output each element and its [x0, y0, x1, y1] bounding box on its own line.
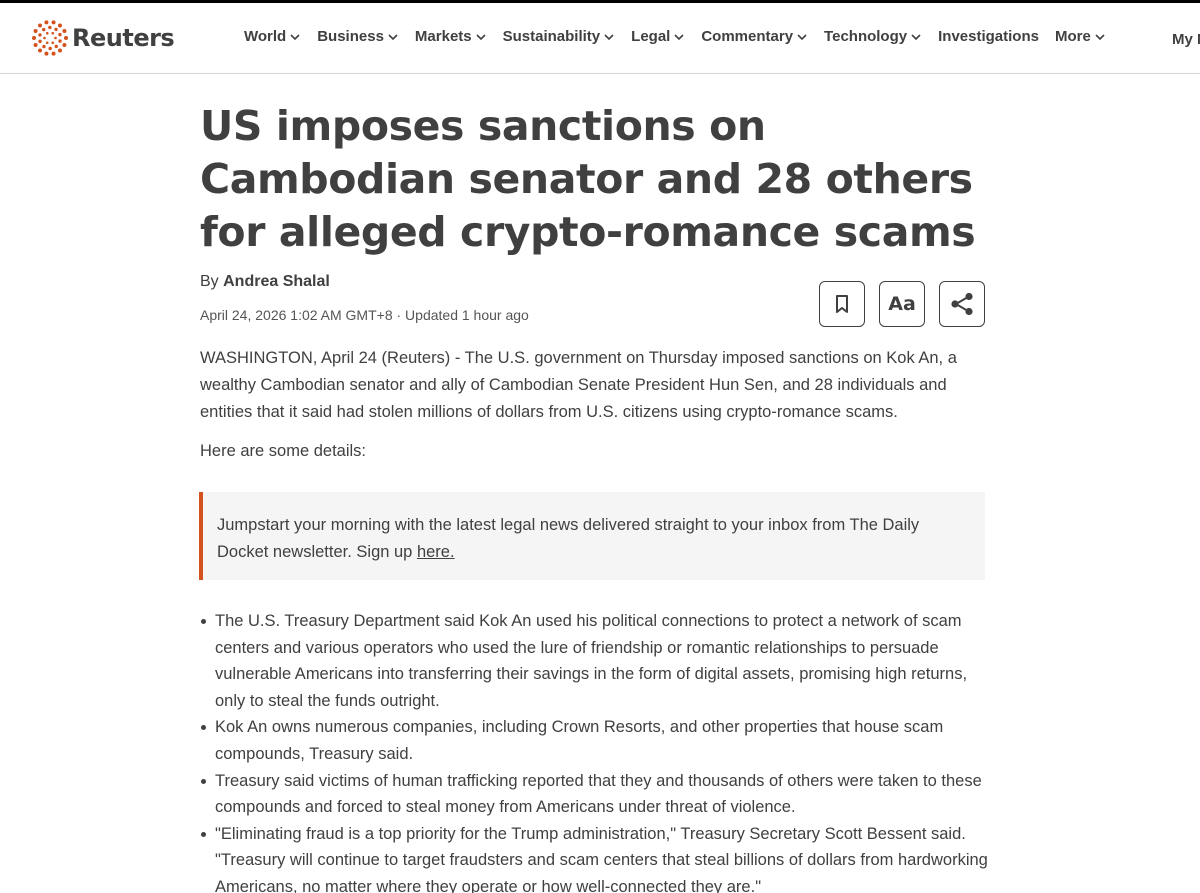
logo-dot — [42, 27, 46, 32]
logo-dot — [45, 31, 49, 35]
nav-label: More — [1054, 28, 1091, 45]
share-icon — [951, 292, 973, 316]
list-item: Kok An owns numerous companies, includin… — [200, 714, 1000, 767]
nav-label: Business — [317, 28, 384, 45]
nav-item-investigations[interactable]: Investigations — [938, 28, 1039, 45]
logo-dot — [58, 32, 62, 37]
byline-prefix: By — [200, 273, 219, 290]
chevron-down-icon — [476, 33, 486, 40]
reuters-logo-icon — [32, 20, 68, 56]
nav-label: Markets — [414, 28, 472, 45]
nav-label: Sustainability — [502, 28, 601, 45]
nav-label: Commentary — [701, 28, 794, 45]
nav-item-sustainability[interactable]: Sustainability — [503, 28, 616, 45]
logo-dot — [38, 48, 43, 53]
logo-dot — [54, 44, 58, 49]
nav-label: World — [244, 28, 287, 45]
logo-dot — [57, 23, 62, 28]
newsletter-signup-link[interactable]: here. — [417, 543, 455, 561]
logo-dot — [33, 42, 38, 47]
logo-dot — [51, 20, 56, 25]
logo-dot — [57, 48, 62, 53]
details-list: The U.S. Treasury Department said Kok An… — [200, 608, 1000, 893]
nav-label: Investigations — [938, 28, 1039, 45]
article-dateline: April 24, 2026 1:02 AM GMT+8 · Updated 1… — [200, 307, 529, 323]
reuters-logo[interactable]: Reuters — [32, 20, 175, 56]
logo-dot — [54, 27, 58, 32]
nav-label: Legal — [631, 28, 671, 45]
chevron-down-icon — [674, 33, 684, 40]
callout-text: Jumpstart your morning with the latest l… — [217, 516, 920, 561]
chevron-down-icon — [290, 33, 300, 40]
list-item: Treasury said victims of human trafficki… — [200, 768, 1000, 821]
share-button[interactable] — [939, 281, 985, 327]
logo-dot — [32, 36, 36, 40]
chevron-down-icon — [797, 33, 807, 40]
newsletter-callout: Jumpstart your morning with the latest l… — [199, 492, 985, 580]
logo-dot — [62, 42, 67, 47]
logo-dot — [48, 25, 52, 30]
logo-dot — [45, 41, 49, 45]
logo-dot — [38, 33, 42, 37]
chevron-down-icon — [1095, 33, 1105, 40]
text-size-label: Aa — [888, 293, 916, 315]
logo-dot — [62, 29, 67, 34]
logo-dot — [42, 44, 46, 49]
my-news-link[interactable]: My N — [1172, 31, 1200, 48]
logo-dot — [48, 46, 52, 51]
chevron-down-icon — [604, 33, 614, 40]
site-header: Reuters World Business Markets Sustainab… — [0, 3, 1200, 74]
logo-dot — [54, 36, 57, 40]
nav-item-business[interactable]: Business — [317, 28, 399, 45]
logo-dot — [51, 31, 55, 35]
logo-dot — [44, 20, 49, 25]
logo-text: Reuters — [72, 24, 175, 52]
nav-item-markets[interactable]: Markets — [415, 28, 487, 45]
logo-dot — [51, 51, 56, 56]
nav-item-commentary[interactable]: Commentary — [701, 28, 808, 45]
chevron-down-icon — [911, 33, 921, 40]
logo-dot — [38, 23, 43, 28]
logo-dot — [38, 39, 42, 44]
logo-dot — [33, 29, 38, 34]
article-title: US imposes sanctions on Cambodian senato… — [200, 102, 976, 256]
lead-paragraph: WASHINGTON, April 24 (Reuters) - The U.S… — [200, 349, 957, 421]
nav-item-technology[interactable]: Technology — [824, 28, 922, 45]
text-size-button[interactable]: Aa — [879, 281, 925, 327]
details-intro: Here are some details: — [200, 442, 366, 460]
logo-dot — [43, 36, 46, 40]
logo-dot — [64, 36, 68, 40]
nav-item-world[interactable]: World — [244, 28, 301, 45]
nav-item-more[interactable]: More — [1055, 28, 1106, 45]
bookmark-icon — [836, 295, 848, 313]
list-item: "Eliminating fraud is a top priority for… — [200, 821, 1000, 893]
logo-dot — [58, 39, 62, 43]
logo-dot — [51, 41, 55, 45]
logo-dot — [44, 51, 49, 56]
article-tools: Aa — [819, 281, 985, 327]
byline: By Andrea Shalal — [200, 273, 330, 291]
nav-item-legal[interactable]: Legal — [631, 28, 685, 45]
nav-label: Technology — [824, 28, 908, 45]
list-item: The U.S. Treasury Department said Kok An… — [200, 608, 1000, 714]
main-nav: World Business Markets Sustainability Le… — [244, 28, 1122, 45]
article-header: US imposes sanctions on Cambodian senato… — [200, 100, 986, 259]
bookmark-button[interactable] — [819, 281, 865, 327]
author-link[interactable]: Andrea Shalal — [223, 273, 330, 290]
chevron-down-icon — [388, 33, 398, 40]
